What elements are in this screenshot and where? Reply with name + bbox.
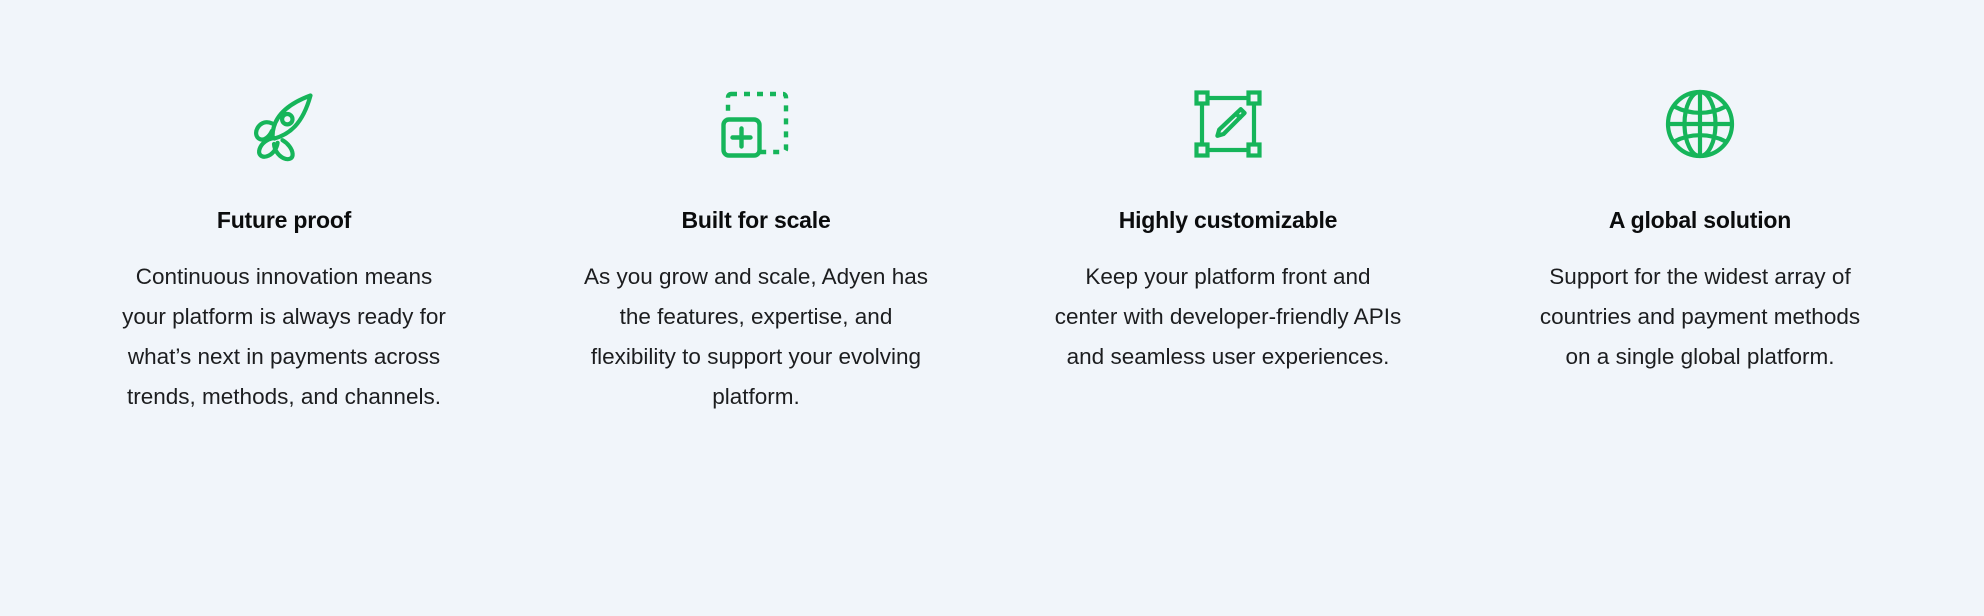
feature-title: Built for scale [681, 207, 831, 233]
dashed-square-plus-icon [710, 78, 802, 170]
feature-card-global-solution: A global solution Support for the widest… [1464, 78, 1936, 377]
feature-card-built-for-scale: Built for scale As you grow and scale, A… [520, 78, 992, 417]
feature-card-highly-customizable: Highly customizable Keep your platform f… [992, 78, 1464, 377]
selection-box-pencil-icon [1182, 78, 1274, 170]
feature-highlights-section: Future proof Continuous innovation means… [0, 0, 1984, 616]
feature-description: As you grow and scale, Adyen has the fea… [584, 263, 928, 409]
feature-title: Future proof [216, 207, 352, 233]
rocket-icon [238, 78, 330, 170]
feature-description: Keep your platform front and center with… [1054, 263, 1402, 369]
feature-title: A global solution [1608, 207, 1792, 233]
feature-card-future-proof: Future proof Continuous innovation means… [48, 78, 520, 417]
globe-icon [1654, 78, 1746, 170]
feature-title: Highly customizable [1118, 207, 1338, 233]
feature-description: Continuous innovation means your platfor… [122, 263, 446, 409]
feature-description: Support for the widest array of countrie… [1539, 263, 1861, 369]
